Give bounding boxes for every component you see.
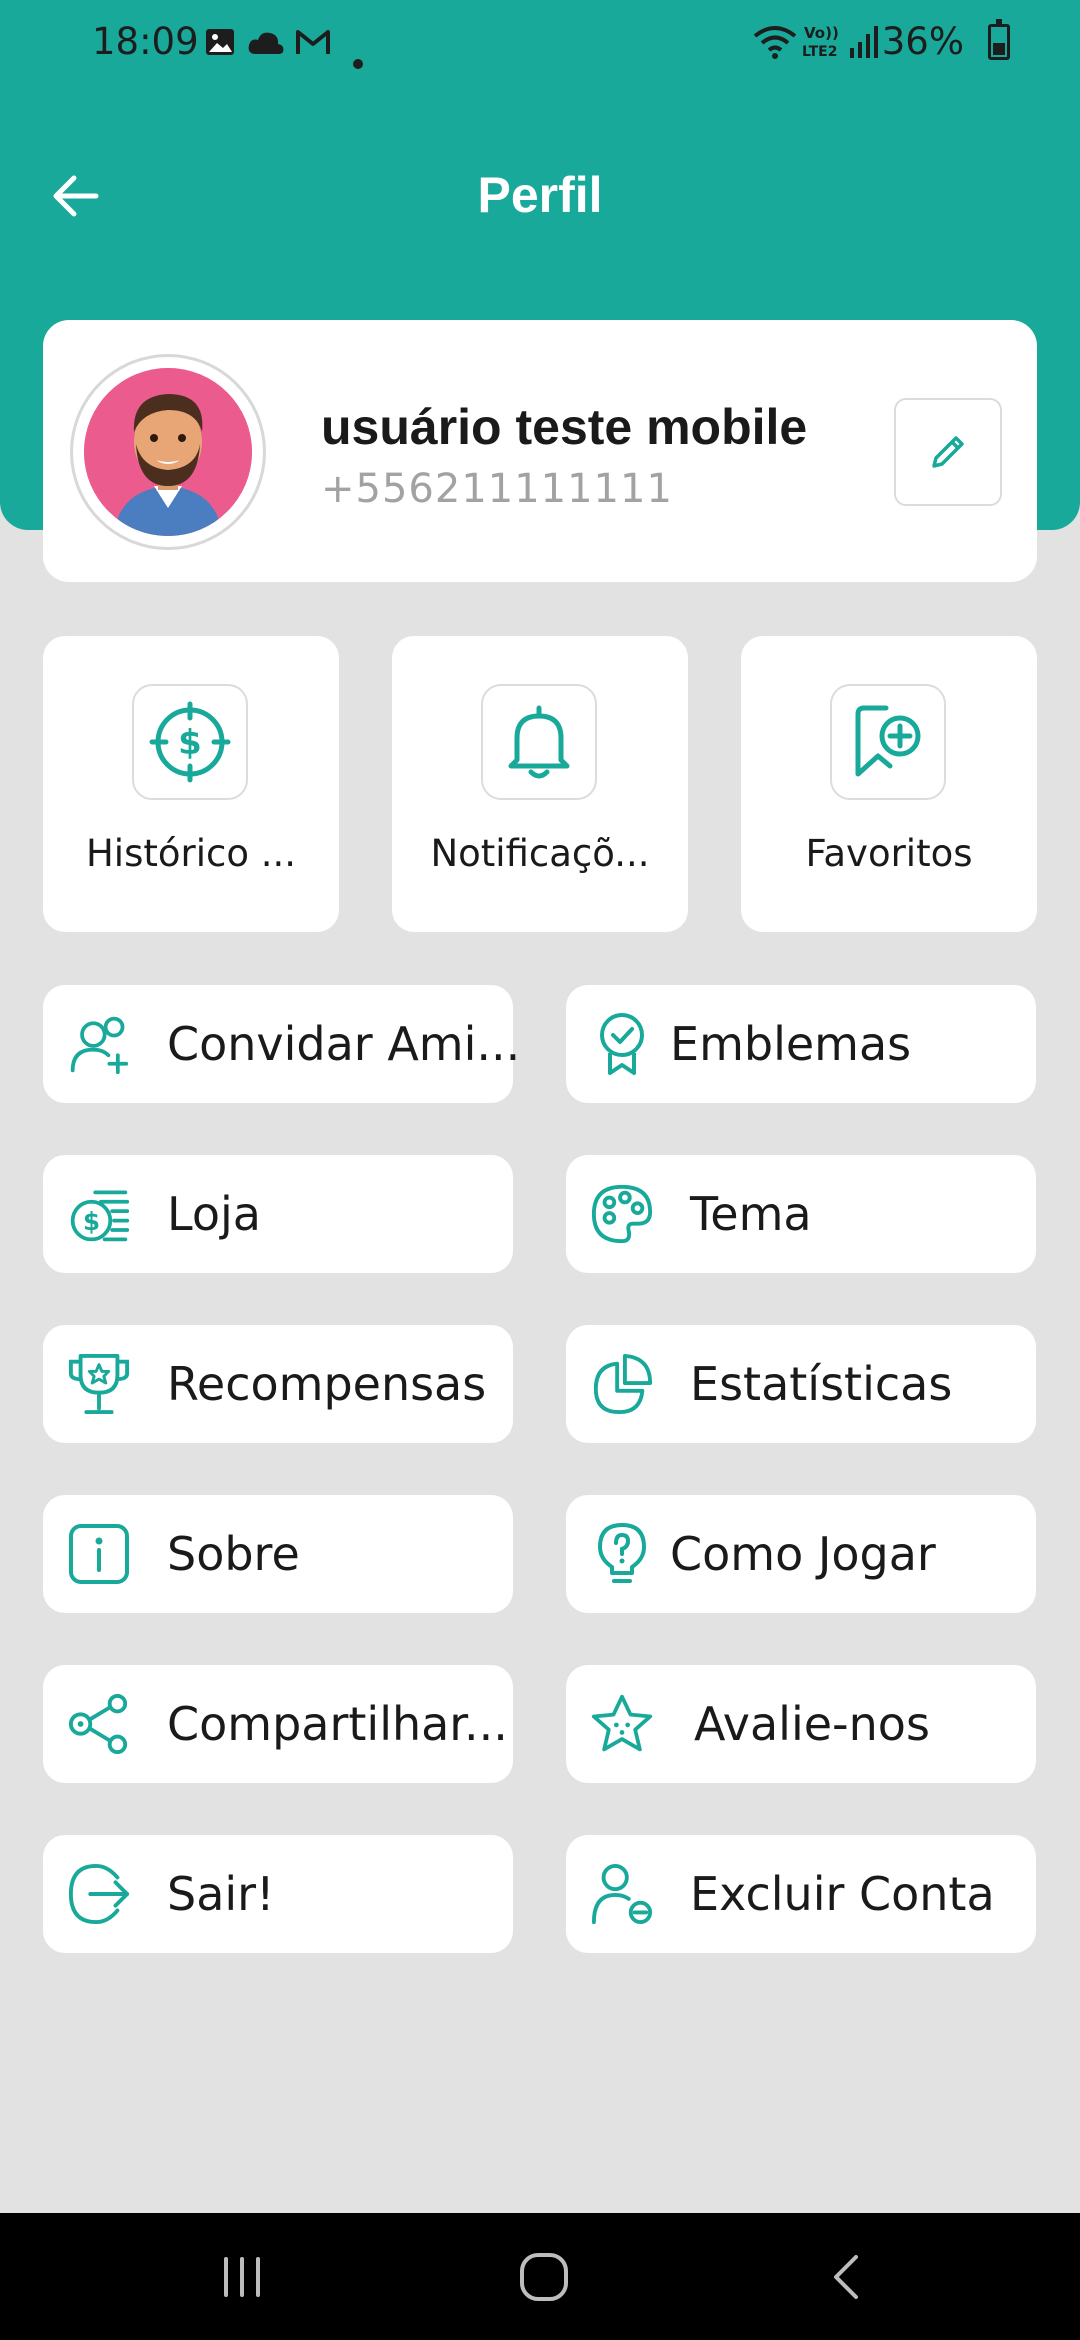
menu-how-to-play[interactable]: Como Jogar [566, 1495, 1036, 1613]
star-icon [590, 1692, 654, 1756]
wifi-icon [752, 24, 798, 69]
menu-statistics[interactable]: Estatísticas [566, 1325, 1036, 1443]
menu-label: Tema [690, 1187, 812, 1241]
tile-label: Histórico ... [85, 832, 297, 875]
menu-label: Loja [167, 1187, 261, 1241]
battery-icon [988, 19, 1010, 60]
menu-label: Compartilhar... [167, 1697, 508, 1751]
status-bar: 18:09 Vo)) LTE2 36% [0, 0, 1080, 84]
edit-profile-button[interactable] [894, 398, 1002, 506]
menu-label: Excluir Conta [690, 1867, 995, 1921]
menu-badges[interactable]: Emblemas [566, 985, 1036, 1103]
tile-favorites[interactable]: Favoritos [741, 636, 1037, 932]
svg-text:Vo)): Vo)) [804, 24, 839, 42]
palette-icon [590, 1182, 654, 1246]
status-time: 18:09 [92, 20, 199, 63]
dollar-target-icon: $ [132, 684, 248, 800]
menu-rate-us[interactable]: Avalie-nos [566, 1665, 1036, 1783]
dot-icon [352, 36, 364, 79]
lightbulb-icon [590, 1522, 654, 1586]
profile-card: usuário teste mobile +556211111111 [43, 320, 1037, 582]
menu-label: Como Jogar [670, 1527, 936, 1581]
menu-delete-account[interactable]: Excluir Conta [566, 1835, 1036, 1953]
trophy-icon [67, 1352, 131, 1416]
user-phone: +556211111111 [321, 466, 673, 512]
user-name: usuário teste mobile [321, 399, 808, 455]
gallery-icon [204, 24, 236, 67]
logout-icon [67, 1862, 131, 1926]
menu-logout[interactable]: Sair! [43, 1835, 513, 1953]
menu-label: Convidar Ami... [167, 1017, 521, 1071]
page-title: Perfil [477, 167, 603, 223]
home-button[interactable] [504, 2237, 584, 2317]
menu-store[interactable]: $ Loja [43, 1155, 513, 1273]
menu-share[interactable]: Compartilhar... [43, 1665, 513, 1783]
svg-text:$: $ [178, 723, 202, 763]
menu-theme[interactable]: Tema [566, 1155, 1036, 1273]
bell-icon [481, 684, 597, 800]
system-nav-bar [0, 2213, 1080, 2340]
battery-percent: 36% [881, 20, 964, 63]
coins-icon: $ [67, 1182, 131, 1246]
menu-label: Sair! [167, 1867, 275, 1921]
pie-chart-icon [590, 1352, 654, 1416]
back-nav-button[interactable] [806, 2237, 886, 2317]
svg-text:$: $ [83, 1207, 100, 1236]
avatar[interactable] [70, 354, 266, 550]
tile-label: Notificaçõ... [430, 832, 650, 875]
tile-label: Favoritos [805, 832, 973, 875]
share-icon [67, 1692, 131, 1756]
menu-about[interactable]: Sobre [43, 1495, 513, 1613]
menu-label: Emblemas [670, 1017, 912, 1071]
menu-label: Avalie-nos [694, 1697, 930, 1751]
volte-icon: Vo)) LTE2 [800, 22, 844, 71]
user-plus-icon [67, 1012, 131, 1076]
menu-label: Recompensas [167, 1357, 487, 1411]
cloud-icon [246, 24, 286, 67]
medal-icon [590, 1012, 654, 1076]
avatar-image [84, 368, 252, 536]
menu-invite-friends[interactable]: Convidar Ami... [43, 985, 520, 1103]
pencil-icon [932, 436, 964, 468]
user-remove-icon [590, 1862, 654, 1926]
tile-notifications[interactable]: Notificaçõ... [392, 636, 688, 932]
svg-text:LTE2: LTE2 [802, 44, 837, 60]
tile-history[interactable]: $ Histórico ... [43, 636, 339, 932]
menu-label: Estatísticas [690, 1357, 953, 1411]
gmail-icon [294, 24, 332, 67]
signal-icon [848, 24, 878, 69]
bookmark-plus-icon [830, 684, 946, 800]
recent-apps-button[interactable] [202, 2237, 282, 2317]
menu-rewards[interactable]: Recompensas [43, 1325, 513, 1443]
info-icon [67, 1522, 131, 1586]
menu-label: Sobre [167, 1527, 300, 1581]
